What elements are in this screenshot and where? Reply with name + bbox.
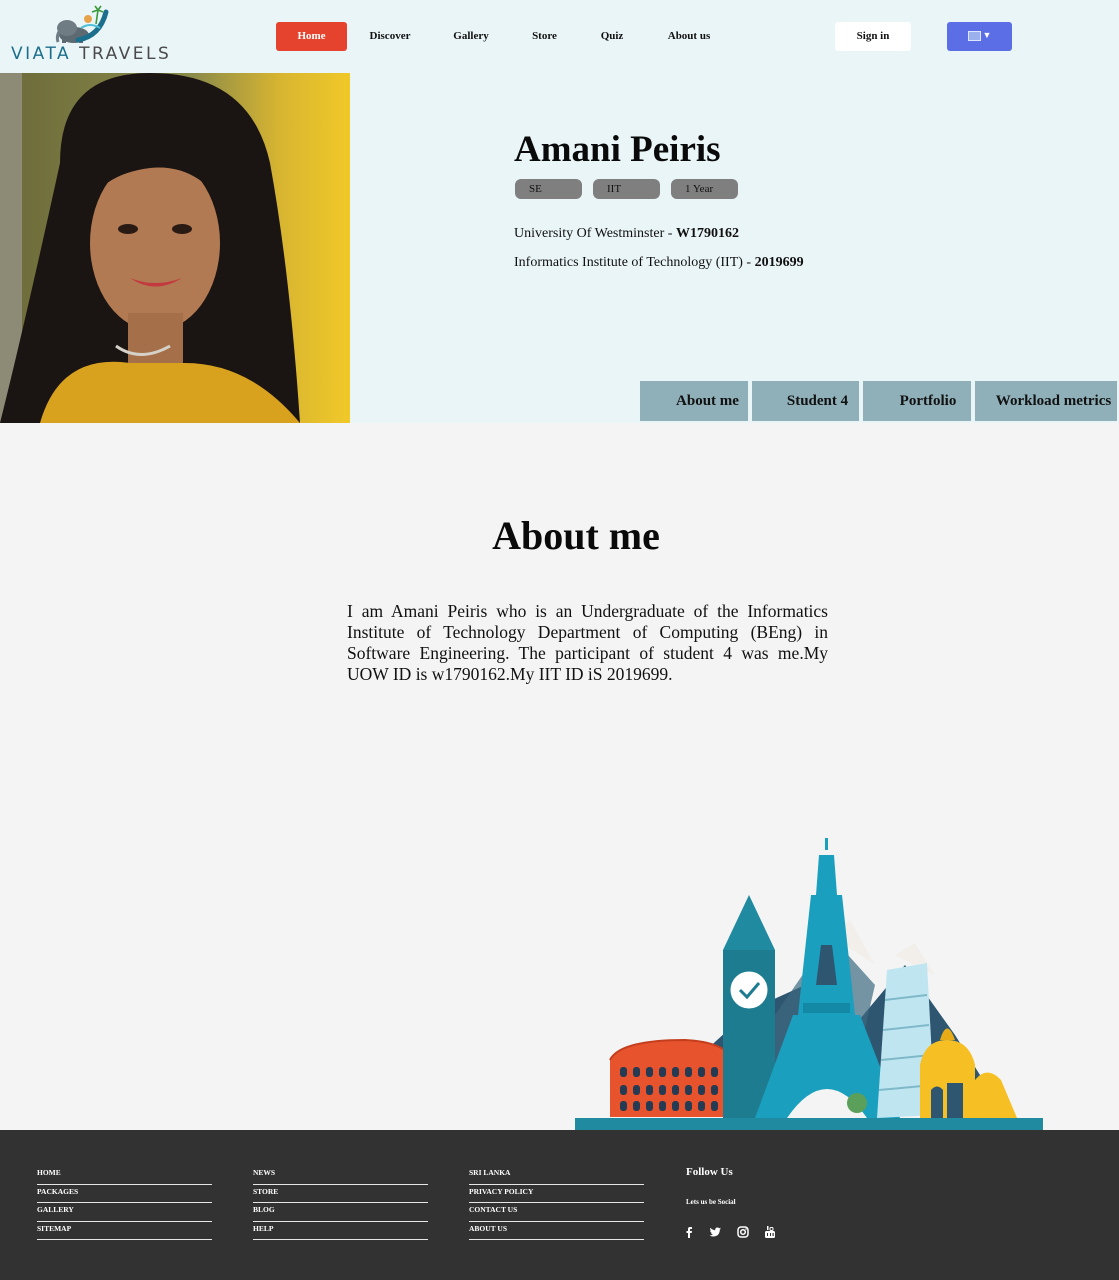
logo-elephant-icon — [55, 5, 109, 43]
footer-column-3: SRI LANKA PRIVACY POLICY CONTACT US ABOU… — [469, 1166, 644, 1240]
nav-discover[interactable]: Discover — [360, 22, 420, 51]
landmarks-illustration — [575, 838, 1043, 1131]
tab-portfolio[interactable]: Portfolio — [863, 381, 971, 421]
tab-about-me[interactable]: About me — [640, 381, 748, 421]
nav-gallery[interactable]: Gallery — [443, 22, 499, 51]
facebook-icon[interactable] — [681, 1224, 697, 1240]
youtube-icon[interactable] — [762, 1224, 778, 1240]
top-navbar: VIATA TRAVELS Home Discover Gallery Stor… — [0, 0, 1119, 73]
footer-column-1: HOME PACKAGES GALLERY SITEMAP — [37, 1166, 212, 1240]
footer-link-packages[interactable]: PACKAGES — [37, 1185, 212, 1203]
profile-name: Amani Peiris — [514, 129, 721, 170]
about-heading: About me — [492, 513, 660, 558]
instagram-icon[interactable] — [735, 1224, 751, 1240]
about-paragraph: I am Amani Peiris who is an Undergraduat… — [347, 601, 828, 684]
footer-link-blog[interactable]: BLOG — [253, 1203, 428, 1222]
university-line: University Of Westminster - W1790162 — [514, 226, 739, 241]
follow-us-heading: Follow Us — [686, 1166, 733, 1178]
twitter-icon[interactable] — [707, 1224, 723, 1240]
nav-quiz[interactable]: Quiz — [592, 22, 632, 51]
sign-in-button[interactable]: Sign in — [835, 22, 911, 51]
footer-link-home[interactable]: HOME — [37, 1166, 212, 1185]
footer-link-about-us[interactable]: ABOUT US — [469, 1222, 644, 1240]
footer-link-sri-lanka[interactable]: SRI LANKA — [469, 1166, 644, 1185]
profile-photo — [0, 73, 350, 423]
viata-travels-logo[interactable]: VIATA TRAVELS — [8, 2, 169, 68]
flag-icon — [967, 30, 981, 41]
follow-us-subtitle: Lets us be Social — [686, 1198, 736, 1206]
nav-home[interactable]: Home — [276, 22, 347, 51]
footer-link-gallery[interactable]: GALLERY — [37, 1203, 212, 1222]
tab-workload-metrics[interactable]: Workload metrics — [975, 381, 1117, 421]
footer-link-store[interactable]: STORE — [253, 1185, 428, 1203]
nav-about-us[interactable]: About us — [660, 22, 718, 51]
nav-store[interactable]: Store — [522, 22, 567, 51]
footer-link-news[interactable]: NEWS — [253, 1166, 428, 1185]
footer-link-privacy-policy[interactable]: PRIVACY POLICY — [469, 1185, 644, 1203]
chevron-down-icon: ▼ — [982, 30, 992, 40]
tag-badge: SE — [515, 179, 582, 199]
footer-link-contact-us[interactable]: CONTACT US — [469, 1203, 644, 1222]
logo-text: VIATA TRAVELS — [11, 44, 172, 64]
footer-column-2: NEWS STORE BLOG HELP — [253, 1166, 428, 1240]
tag-badge: 1 Year — [671, 179, 738, 199]
colosseum — [609, 1038, 734, 1117]
tag-badge: IIT — [593, 179, 660, 199]
footer-link-help[interactable]: HELP — [253, 1222, 428, 1240]
language-selector[interactable]: ▼ — [947, 22, 1012, 51]
eiffel-tower — [755, 838, 900, 1118]
tab-student-4[interactable]: Student 4 — [752, 381, 859, 421]
institute-line: Informatics Institute of Technology (IIT… — [514, 255, 804, 270]
clock-tower — [723, 895, 775, 1118]
footer-link-sitemap[interactable]: SITEMAP — [37, 1222, 212, 1240]
